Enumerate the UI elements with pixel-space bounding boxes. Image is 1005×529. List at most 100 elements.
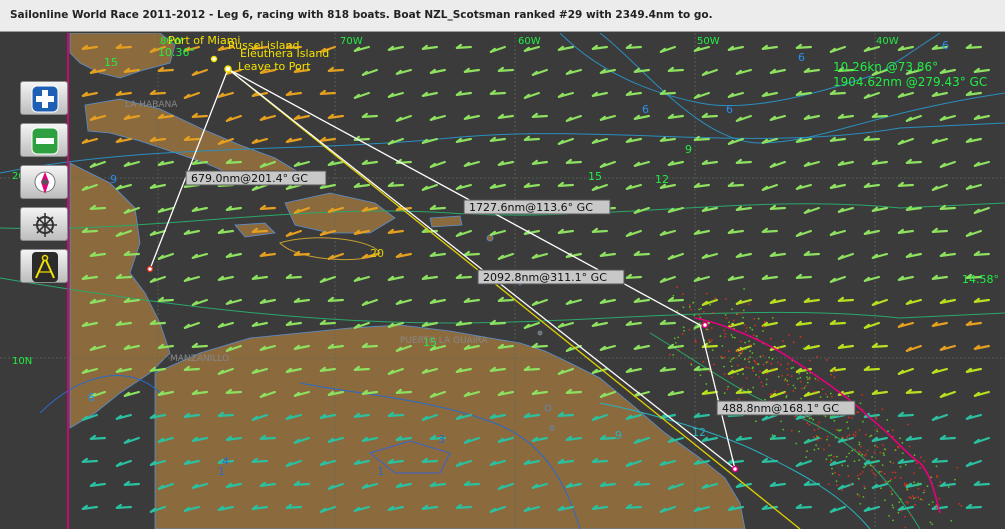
- fleet-boat-dot[interactable]: [827, 483, 830, 486]
- fleet-boat-dot[interactable]: [766, 372, 769, 375]
- fleet-boat-dot[interactable]: [676, 310, 679, 312]
- fleet-boat-dot[interactable]: [826, 359, 828, 361]
- fleet-boat-dot[interactable]: [891, 504, 894, 507]
- fleet-boat-dot[interactable]: [872, 465, 875, 468]
- fleet-boat-dot[interactable]: [728, 321, 730, 324]
- fleet-boat-dot[interactable]: [851, 416, 853, 419]
- fleet-boat-dot[interactable]: [765, 383, 768, 386]
- fleet-boat-dot[interactable]: [906, 483, 908, 486]
- fleet-boat-dot[interactable]: [833, 455, 835, 458]
- fleet-boat-dot[interactable]: [863, 454, 866, 457]
- fleet-boat-dot[interactable]: [917, 496, 920, 499]
- fleet-boat-dot[interactable]: [906, 501, 909, 504]
- fleet-boat-dot[interactable]: [729, 324, 732, 327]
- fleet-boat-dot[interactable]: [747, 389, 750, 391]
- fleet-boat-dot[interactable]: [923, 460, 925, 463]
- fleet-boat-dot[interactable]: [721, 357, 724, 359]
- fleet-boat-dot[interactable]: [777, 375, 780, 378]
- fleet-boat-dot[interactable]: [846, 435, 849, 438]
- fleet-boat-dot[interactable]: [858, 443, 861, 446]
- fleet-boat-dot[interactable]: [752, 386, 755, 389]
- fleet-boat-dot[interactable]: [871, 469, 873, 472]
- fleet-boat-dot[interactable]: [743, 358, 746, 361]
- fleet-boat-dot[interactable]: [739, 351, 741, 354]
- fleet-boat-dot[interactable]: [771, 434, 774, 437]
- fleet-boat-dot[interactable]: [834, 471, 836, 474]
- fleet-boat-dot[interactable]: [921, 498, 924, 501]
- fleet-boat-dot[interactable]: [858, 495, 861, 497]
- fleet-boat-dot[interactable]: [783, 379, 786, 382]
- fleet-boat-dot[interactable]: [903, 482, 906, 485]
- fleet-boat-dot[interactable]: [771, 393, 773, 395]
- fleet-boat-dot[interactable]: [762, 330, 764, 332]
- fleet-boat-dot[interactable]: [842, 436, 844, 439]
- fleet-boat-dot[interactable]: [730, 358, 733, 360]
- fleet-boat-dot[interactable]: [875, 416, 878, 419]
- fleet-boat-dot[interactable]: [874, 444, 876, 447]
- fleet-boat-dot[interactable]: [899, 437, 901, 440]
- fleet-boat-dot[interactable]: [723, 365, 725, 368]
- fleet-boat-dot[interactable]: [808, 424, 811, 426]
- fleet-boat-dot[interactable]: [705, 328, 708, 331]
- fleet-boat-dot[interactable]: [891, 493, 893, 496]
- fleet-boat-dot[interactable]: [698, 370, 701, 372]
- fleet-boat-dot[interactable]: [861, 471, 864, 473]
- fleet-boat-dot[interactable]: [736, 350, 738, 353]
- fleet-boat-dot[interactable]: [719, 335, 722, 338]
- fleet-boat-dot[interactable]: [947, 486, 950, 488]
- fleet-boat-dot[interactable]: [931, 501, 934, 503]
- fleet-boat-dot[interactable]: [688, 329, 691, 331]
- fleet-boat-dot[interactable]: [891, 471, 894, 474]
- fleet-boat-dot[interactable]: [676, 286, 679, 288]
- fleet-boat-dot[interactable]: [858, 441, 861, 444]
- fleet-boat-dot[interactable]: [736, 313, 739, 316]
- fleet-boat-dot[interactable]: [888, 515, 890, 517]
- fleet-boat-dot[interactable]: [889, 460, 892, 463]
- fleet-boat-dot[interactable]: [683, 329, 685, 332]
- fleet-boat-dot[interactable]: [748, 360, 750, 363]
- fleet-boat-dot[interactable]: [873, 460, 876, 463]
- fleet-boat-dot[interactable]: [930, 476, 932, 479]
- fleet-boat-dot[interactable]: [757, 317, 760, 320]
- fleet-boat-dot[interactable]: [803, 387, 806, 389]
- fleet-boat-dot[interactable]: [881, 408, 884, 410]
- fleet-boat-dot[interactable]: [699, 316, 702, 319]
- fleet-boat-dot[interactable]: [848, 452, 850, 455]
- fleet-boat-dot[interactable]: [861, 394, 864, 396]
- fleet-boat-dot[interactable]: [726, 388, 729, 391]
- fleet-boat-dot[interactable]: [765, 378, 768, 381]
- fleet-boat-dot[interactable]: [710, 327, 713, 329]
- fleet-boat-dot[interactable]: [728, 350, 730, 353]
- fleet-boat-dot[interactable]: [702, 311, 705, 313]
- zoom-out-button[interactable]: [20, 123, 68, 157]
- fleet-boat-dot[interactable]: [747, 367, 750, 369]
- fleet-boat-dot[interactable]: [771, 317, 774, 319]
- fleet-boat-dot[interactable]: [723, 373, 726, 375]
- fleet-boat-dot[interactable]: [894, 471, 897, 474]
- fleet-boat-dot[interactable]: [860, 445, 862, 448]
- fleet-boat-dot[interactable]: [752, 369, 755, 372]
- fleet-boat-dot[interactable]: [916, 484, 919, 486]
- fleet-boat-dot[interactable]: [764, 398, 766, 401]
- fleet-boat-dot[interactable]: [742, 316, 744, 319]
- fleet-boat-dot[interactable]: [830, 454, 832, 457]
- fleet-boat-dot[interactable]: [904, 526, 907, 529]
- fleet-boat-dot[interactable]: [806, 450, 808, 452]
- fleet-boat-dot[interactable]: [733, 319, 735, 322]
- fleet-boat-dot[interactable]: [912, 497, 915, 500]
- fleet-boat-dot[interactable]: [861, 453, 864, 456]
- fleet-boat-dot[interactable]: [673, 337, 676, 340]
- fleet-boat-dot[interactable]: [694, 339, 697, 342]
- fleet-boat-dot[interactable]: [847, 438, 849, 441]
- fleet-boat-dot[interactable]: [808, 376, 811, 379]
- fleet-boat-dot[interactable]: [803, 370, 806, 373]
- fleet-boat-dot[interactable]: [794, 387, 797, 389]
- fleet-boat-dot[interactable]: [737, 398, 740, 400]
- fleet-boat-dot[interactable]: [906, 488, 908, 491]
- fleet-boat-dot[interactable]: [831, 472, 834, 475]
- fleet-boat-dot[interactable]: [817, 447, 820, 450]
- fleet-boat-dot[interactable]: [806, 376, 808, 378]
- fleet-boat-dot[interactable]: [835, 428, 838, 431]
- fleet-boat-dot[interactable]: [700, 368, 703, 370]
- fleet-boat-dot[interactable]: [808, 417, 811, 420]
